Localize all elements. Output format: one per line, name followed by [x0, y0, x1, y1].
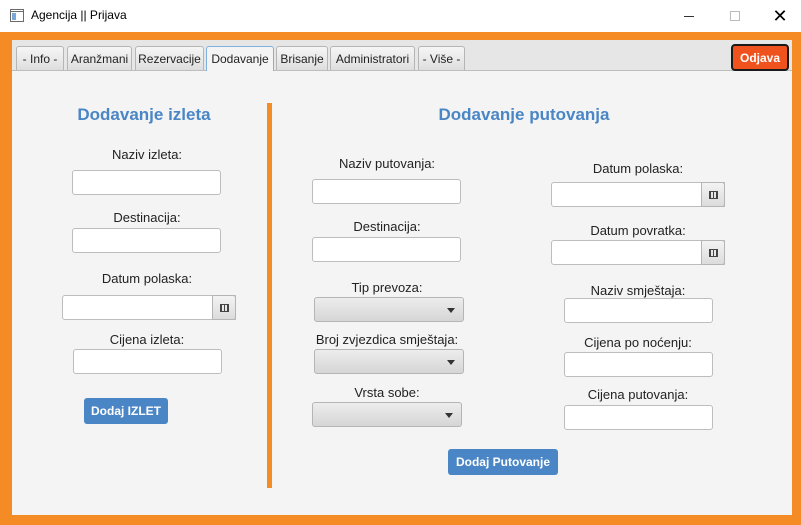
putovanje-heading: Dodavanje putovanja — [438, 105, 610, 124]
maximize-button[interactable] — [712, 0, 758, 32]
cijena-putovanja-input[interactable] — [564, 405, 713, 430]
window-title: Agencija || Prijava — [31, 8, 127, 22]
chevron-down-icon — [445, 413, 453, 418]
datum-polaska-picker[interactable] — [551, 182, 725, 207]
datum-polaska-calendar-button[interactable] — [701, 182, 725, 207]
chevron-down-icon — [447, 308, 455, 313]
izlet-datum-input[interactable] — [62, 295, 236, 320]
izlet-destinacija-label: Destinacija: — [113, 210, 181, 225]
datum-polaska-input[interactable] — [551, 182, 725, 207]
cijena-nocenje-input[interactable] — [564, 352, 713, 377]
cijena-nocenje-label: Cijena po noćenju: — [584, 335, 692, 350]
naziv-smjestaja-input[interactable] — [564, 298, 713, 323]
izlet-datum-calendar-button[interactable] — [212, 295, 236, 320]
putovanje-naziv-input[interactable] — [312, 179, 461, 204]
datum-povratka-label: Datum povratka: — [590, 223, 686, 238]
datum-povratka-picker[interactable] — [551, 240, 725, 265]
tab-dodavanje[interactable]: Dodavanje — [206, 46, 274, 71]
broj-zvjezdica-select[interactable] — [314, 349, 464, 374]
calendar-icon — [708, 248, 718, 257]
cijena-putovanja-label: Cijena putovanja: — [587, 387, 689, 402]
datum-polaska-label: Datum polaska: — [592, 161, 684, 176]
tip-prevoza-label: Tip prevoza: — [351, 280, 423, 295]
izlet-cijena-input[interactable] — [73, 349, 222, 374]
calendar-icon — [219, 303, 229, 312]
minimize-icon — [684, 15, 694, 17]
minimize-button[interactable] — [666, 0, 712, 32]
logout-button[interactable]: Odjava — [731, 44, 789, 71]
izlet-destinacija-input[interactable] — [72, 228, 221, 253]
tab-vise[interactable]: - Više - — [418, 46, 465, 70]
izlet-naziv-input[interactable] — [72, 170, 221, 195]
izlet-heading: Dodavanje izleta — [77, 105, 211, 124]
tip-prevoza-select[interactable] — [314, 297, 464, 322]
close-button[interactable]: ✕ — [757, 0, 801, 32]
izlet-datum-picker[interactable] — [62, 295, 236, 320]
chevron-down-icon — [447, 360, 455, 365]
putovanje-destinacija-input[interactable] — [312, 237, 461, 262]
putovanje-naziv-label: Naziv putovanja: — [338, 156, 436, 171]
section-divider — [267, 103, 272, 488]
tab-bar: - Info - Aranžmani Rezervacije Dodavanje… — [12, 40, 792, 71]
datum-povratka-input[interactable] — [551, 240, 725, 265]
calendar-icon — [708, 190, 718, 199]
dodaj-putovanje-button[interactable]: Dodaj Putovanje — [448, 449, 558, 475]
putovanje-destinacija-label: Destinacija: — [353, 219, 421, 234]
izlet-naziv-label: Naziv izleta: — [111, 147, 183, 162]
maximize-icon — [730, 11, 740, 21]
naziv-smjestaja-label: Naziv smještaja: — [590, 283, 686, 298]
tab-administratori[interactable]: Administratori — [330, 46, 415, 70]
broj-zvjezdica-label: Broj zvjezdica smještaja: — [315, 332, 459, 347]
izlet-datum-label: Datum polaska: — [101, 271, 193, 286]
tab-rezervacije[interactable]: Rezervacije — [135, 46, 204, 70]
title-bar: Agencija || Prijava ✕ — [0, 0, 801, 32]
datum-povratka-calendar-button[interactable] — [701, 240, 725, 265]
vrsta-sobe-select[interactable] — [312, 402, 462, 427]
vrsta-sobe-label: Vrsta sobe: — [354, 385, 420, 400]
tab-info[interactable]: - Info - — [16, 46, 64, 70]
izlet-cijena-label: Cijena izleta: — [109, 332, 185, 347]
dodaj-izlet-button[interactable]: Dodaj IZLET — [84, 398, 168, 424]
app-icon — [10, 9, 24, 22]
tab-aranzmani[interactable]: Aranžmani — [67, 46, 132, 70]
tab-brisanje[interactable]: Brisanje — [276, 46, 328, 70]
